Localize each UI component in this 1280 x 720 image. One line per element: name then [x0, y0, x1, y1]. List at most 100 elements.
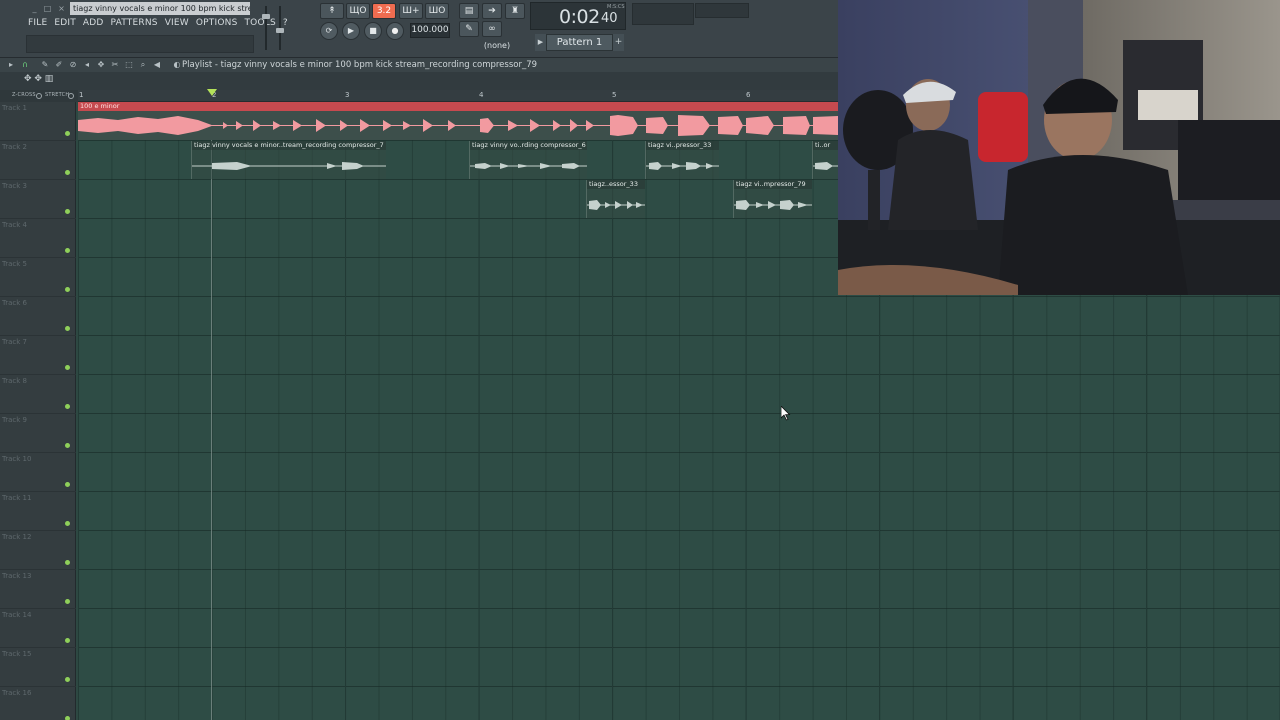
track-header[interactable]: Track 15 — [0, 648, 76, 687]
metronome-button[interactable]: ЩО — [346, 3, 370, 19]
track-led[interactable] — [65, 170, 70, 175]
audio-clip-main[interactable]: 100 e minor — [78, 102, 838, 140]
track-header[interactable]: Track 8 — [0, 375, 76, 414]
menu-tools[interactable]: TOOLS — [244, 18, 275, 32]
track-header[interactable]: Track 5 — [0, 258, 76, 297]
slice-icon[interactable]: ✂ — [110, 59, 120, 70]
track-led[interactable] — [65, 716, 70, 720]
minimize-icon[interactable]: _ — [29, 4, 40, 14]
magnet-icon[interactable]: ∩ — [20, 59, 30, 70]
menu-view[interactable]: VIEW — [165, 18, 189, 32]
zcross-toggle[interactable] — [36, 93, 42, 99]
paint-icon[interactable]: ✐ — [54, 59, 64, 70]
waveform — [646, 162, 719, 170]
pattern-song-toggle[interactable]: ↟ — [320, 3, 344, 19]
track-led[interactable] — [65, 599, 70, 604]
snap-selector[interactable]: (none) — [478, 39, 516, 53]
menu-options[interactable]: OPTIONS — [196, 18, 238, 32]
track-led[interactable] — [65, 131, 70, 136]
menu-file[interactable]: FILE — [28, 18, 47, 32]
audio-clip[interactable]: tiagz vinny vo..rding compressor_6 — [469, 141, 587, 179]
track-header[interactable]: Track 4 — [0, 219, 76, 258]
menu-arrow-icon[interactable]: ▸ — [6, 59, 16, 70]
close-icon[interactable]: × — [56, 4, 67, 14]
speaker-icon[interactable]: ◀ — [152, 59, 162, 70]
track-header[interactable]: Track 7 — [0, 336, 76, 375]
track-led[interactable] — [65, 521, 70, 526]
stop-icon[interactable]: ■ — [364, 22, 382, 40]
clip-label: tiagz vinny vo..rding compressor_6 — [470, 141, 587, 150]
loop-icon[interactable]: ⟳ — [320, 22, 338, 40]
menu-edit[interactable]: EDIT — [54, 18, 76, 32]
track-led[interactable] — [65, 365, 70, 370]
playhead-marker-icon[interactable] — [207, 89, 217, 96]
track-header[interactable]: Track 12 — [0, 531, 76, 570]
pattern-add-icon[interactable]: + — [613, 34, 624, 51]
track-led[interactable] — [65, 326, 70, 331]
zoom-icon[interactable]: ⌕ — [138, 59, 148, 70]
track-led[interactable] — [65, 248, 70, 253]
track-header[interactable]: Track 16 — [0, 687, 76, 720]
track-name: Track 14 — [2, 611, 32, 619]
track-header[interactable]: Track 9 — [0, 414, 76, 453]
select-icon[interactable]: ⬚ — [124, 59, 134, 70]
time-display[interactable]: 0:02 40 M:S:CS — [530, 2, 626, 30]
window-title: tiagz vinny vocals e minor 100 bpm kick … — [70, 2, 250, 15]
countdown-button[interactable]: 3.2 — [372, 3, 396, 19]
menu-add[interactable]: ADD — [83, 18, 104, 32]
audio-clip[interactable]: tiagz vinny vocals e minor..tream_record… — [191, 141, 386, 179]
track-led[interactable] — [65, 287, 70, 292]
webcam-image — [838, 0, 1280, 295]
restore-icon[interactable]: □ — [42, 4, 53, 14]
blend-button[interactable]: ШО — [425, 3, 449, 19]
track-header[interactable]: Track 2 — [0, 141, 76, 180]
master-volume-slider[interactable] — [262, 6, 270, 50]
playlist-arrow-icon[interactable]: ◐ — [172, 59, 182, 70]
time-unit: M:S:CS — [607, 4, 625, 10]
play-icon[interactable]: ▶ — [342, 22, 360, 40]
timeline-ruler[interactable]: 1 2 3 4 5 6 — [78, 90, 838, 102]
mute-icon[interactable]: ◂ — [82, 59, 92, 70]
waveform — [734, 200, 812, 210]
track-header[interactable]: Track 13 — [0, 570, 76, 609]
link-icon[interactable]: ∞ — [482, 21, 502, 37]
waveform — [78, 115, 838, 136]
track-name: Track 6 — [2, 299, 27, 307]
clip-label: tiagz vinny vocals e minor..tream_record… — [192, 141, 386, 150]
stretch-toggle[interactable] — [68, 93, 74, 99]
step-edit-button[interactable]: Ш+ — [399, 3, 423, 19]
plugin-icon[interactable]: ♜ — [505, 3, 525, 19]
track-header[interactable]: Track 10 — [0, 453, 76, 492]
audio-clip[interactable]: tiagz vi..pressor_33 — [645, 141, 719, 179]
track-name: Track 15 — [2, 650, 32, 658]
track-header[interactable]: Track 11 — [0, 492, 76, 531]
track-led[interactable] — [65, 677, 70, 682]
track-led[interactable] — [65, 443, 70, 448]
scroll-arrows-icon[interactable]: ✥ ✥ ▥ — [24, 74, 53, 84]
arrow-icon[interactable]: ➔ — [482, 3, 502, 19]
track-header[interactable]: Track 3 — [0, 180, 76, 219]
track-led[interactable] — [65, 638, 70, 643]
audio-clip[interactable]: ti..or — [812, 141, 838, 179]
track-led[interactable] — [65, 482, 70, 487]
track-led[interactable] — [65, 209, 70, 214]
tempo-display[interactable]: 100.000 — [410, 23, 450, 38]
track-header[interactable]: Track 6 — [0, 297, 76, 336]
master-pitch-slider[interactable] — [276, 6, 284, 50]
audio-clip[interactable]: tiagz..essor_33 — [586, 180, 645, 218]
piano-roll-icon[interactable]: ▤ — [459, 3, 479, 19]
record-icon[interactable]: ● — [386, 22, 404, 40]
track-led[interactable] — [65, 560, 70, 565]
pattern-selector[interactable]: Pattern 1 — [546, 34, 613, 51]
menu-patterns[interactable]: PATTERNS — [111, 18, 158, 32]
pencil-icon[interactable]: ✎ — [459, 21, 479, 37]
track-header[interactable]: Track 14 — [0, 609, 76, 648]
slip-icon[interactable]: ✥ — [96, 59, 106, 70]
pencil-icon[interactable]: ✎ — [40, 59, 50, 70]
pattern-prev-icon[interactable]: ▶ — [535, 34, 546, 51]
track-name: Track 2 — [2, 143, 27, 151]
delete-icon[interactable]: ⊘ — [68, 59, 78, 70]
audio-clip[interactable]: tiagz vi..mpressor_79 — [733, 180, 812, 218]
track-header[interactable]: Track 1 — [0, 102, 76, 141]
track-led[interactable] — [65, 404, 70, 409]
